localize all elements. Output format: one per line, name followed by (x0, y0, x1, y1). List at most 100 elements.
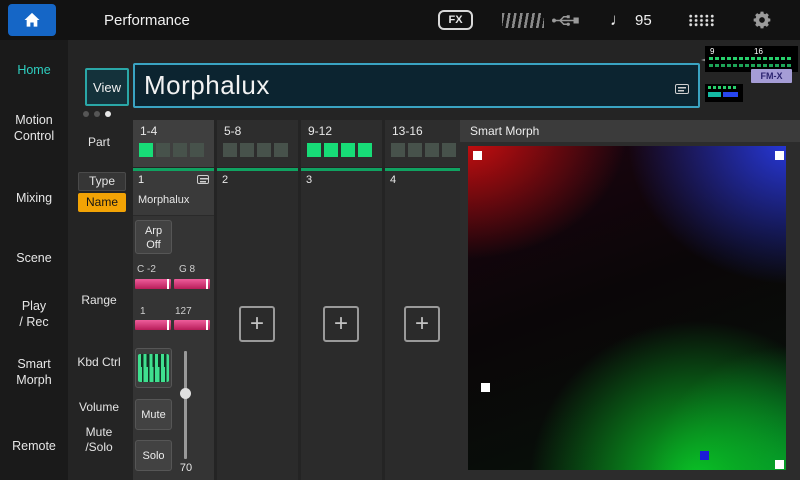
plus-icon: + (250, 310, 264, 338)
sidebar-item-mixing[interactable]: Mixing (0, 190, 68, 206)
velocity-range-slider-low[interactable] (135, 320, 171, 330)
smart-morph-panel: Smart Morph (460, 120, 800, 480)
status-dash (708, 86, 711, 89)
status-dash (728, 86, 731, 89)
part-active-square (391, 143, 405, 157)
status-dash (739, 57, 743, 60)
tempo-value: 95 (635, 12, 652, 29)
part-tab-5-8[interactable]: 5-8 (217, 120, 298, 167)
part-number-9-label: 9 (710, 47, 714, 56)
view-button[interactable]: View (85, 68, 129, 106)
status-dash (757, 57, 761, 60)
name-toggle-button[interactable]: Name (78, 193, 126, 212)
part-tab-9-12[interactable]: 9-12 (301, 120, 382, 167)
status-dash (781, 57, 785, 60)
part-active-square (173, 143, 187, 157)
morph-marker-white[interactable] (775, 460, 784, 469)
part-active-square (307, 143, 321, 157)
home-button[interactable] (8, 4, 56, 36)
tempo-display[interactable]: ♩ 95 (610, 0, 652, 40)
status-dash (745, 57, 749, 60)
add-part-button[interactable]: + (323, 306, 359, 342)
sidebar-item-remote[interactable]: Remote (0, 438, 68, 454)
kbd-ctrl-row-label: Kbd Ctrl (68, 355, 130, 370)
part-tab-squares (223, 143, 288, 157)
part-number-16-label: 16 (754, 47, 763, 56)
add-part-button[interactable]: + (404, 306, 440, 342)
status-dash (769, 57, 773, 60)
status-dash (763, 57, 767, 60)
part-tab-1-4[interactable]: 1-4 (133, 120, 214, 167)
status-dash (787, 64, 791, 67)
keyboard-icon (138, 354, 169, 382)
menu-grid-icon[interactable] (688, 14, 715, 27)
status-dash (733, 57, 737, 60)
status-dash (745, 64, 749, 67)
mute-button[interactable]: Mute (135, 399, 172, 430)
part-tab-label: 1-4 (140, 124, 157, 138)
morph-marker-white[interactable] (481, 383, 490, 392)
plus-icon: + (415, 310, 429, 338)
topbar: Performance FX ♩ 95 (0, 0, 800, 40)
performance-name: Morphalux (144, 70, 270, 101)
blue-bar (723, 92, 738, 97)
sidebar-item-play-rec[interactable]: Play / Rec (0, 298, 68, 330)
part-status-dash-row (709, 57, 791, 60)
part-active-square (190, 143, 204, 157)
status-dash (787, 57, 791, 60)
part-tab-squares (391, 143, 456, 157)
smart-morph-title: Smart Morph (460, 120, 800, 142)
smart-morph-map[interactable] (468, 146, 786, 470)
part-tab-squares (307, 143, 372, 157)
part-number: 4 (390, 174, 396, 186)
slider-tick (167, 279, 169, 289)
morph-marker-white[interactable] (775, 151, 784, 160)
velocity-range-slider-high[interactable] (174, 320, 210, 330)
solo-button[interactable]: Solo (135, 440, 172, 471)
motion-seq-bars (708, 92, 740, 97)
note-range-slider-low[interactable] (135, 279, 171, 289)
type-toggle-button[interactable]: Type (78, 172, 126, 191)
status-dash (775, 57, 779, 60)
gear-icon[interactable] (752, 10, 772, 30)
note-range-slider-high[interactable] (174, 279, 210, 289)
performance-name-field[interactable]: Morphalux (133, 63, 700, 108)
add-part-button[interactable]: + (239, 306, 275, 342)
velocity-range-high-value: 127 (175, 306, 192, 317)
fmx-badge: FM-X (751, 69, 792, 83)
note-range-high-value: G 8 (179, 264, 195, 275)
status-dash (723, 86, 726, 89)
arp-onoff-button[interactable]: Arp Off (135, 220, 172, 254)
status-dash (775, 64, 779, 67)
part-active-square (156, 143, 170, 157)
kbd-ctrl-button[interactable] (135, 348, 172, 388)
part-active-square (408, 143, 422, 157)
sidebar-item-motion-control[interactable]: Motion Control (0, 112, 68, 144)
page-title: Performance (104, 12, 190, 29)
part-1-column[interactable]: 1 Morphalux Arp Off C -2 G 8 1 127 Mute … (133, 168, 214, 480)
sidebar-item-scene[interactable]: Scene (0, 250, 68, 266)
status-dash (709, 57, 713, 60)
volume-fader-track[interactable] (184, 351, 187, 459)
part-tab-squares (139, 143, 204, 157)
velocity-range-low-value: 1 (140, 306, 146, 317)
status-dash (727, 64, 731, 67)
note-range-low-value: C -2 (137, 264, 156, 275)
sidebar-item-smart-morph[interactable]: Smart Morph (0, 356, 68, 388)
morph-marker-blue[interactable] (700, 451, 709, 460)
morph-marker-white[interactable] (473, 151, 482, 160)
sidebar-item-home[interactable]: Home (0, 62, 68, 78)
part-tab-label: 9-12 (308, 124, 332, 138)
part-tab-label: 13-16 (392, 124, 423, 138)
main-area: View Morphalux 9 16 FM-X Part 1-4 (68, 40, 800, 480)
home-icon (22, 10, 42, 30)
slider-tick (206, 279, 208, 289)
part-number: 3 (306, 174, 312, 186)
volume-fader-handle[interactable] (180, 388, 191, 399)
part-tab-13-16[interactable]: 13-16 (385, 120, 466, 167)
part-active-square (358, 143, 372, 157)
fx-button[interactable]: FX (438, 10, 473, 30)
part-1-header[interactable]: 1 Morphalux (133, 171, 214, 216)
sidebar: Home Motion Control Mixing Scene Play / … (0, 40, 68, 480)
teal-bar (708, 92, 721, 97)
